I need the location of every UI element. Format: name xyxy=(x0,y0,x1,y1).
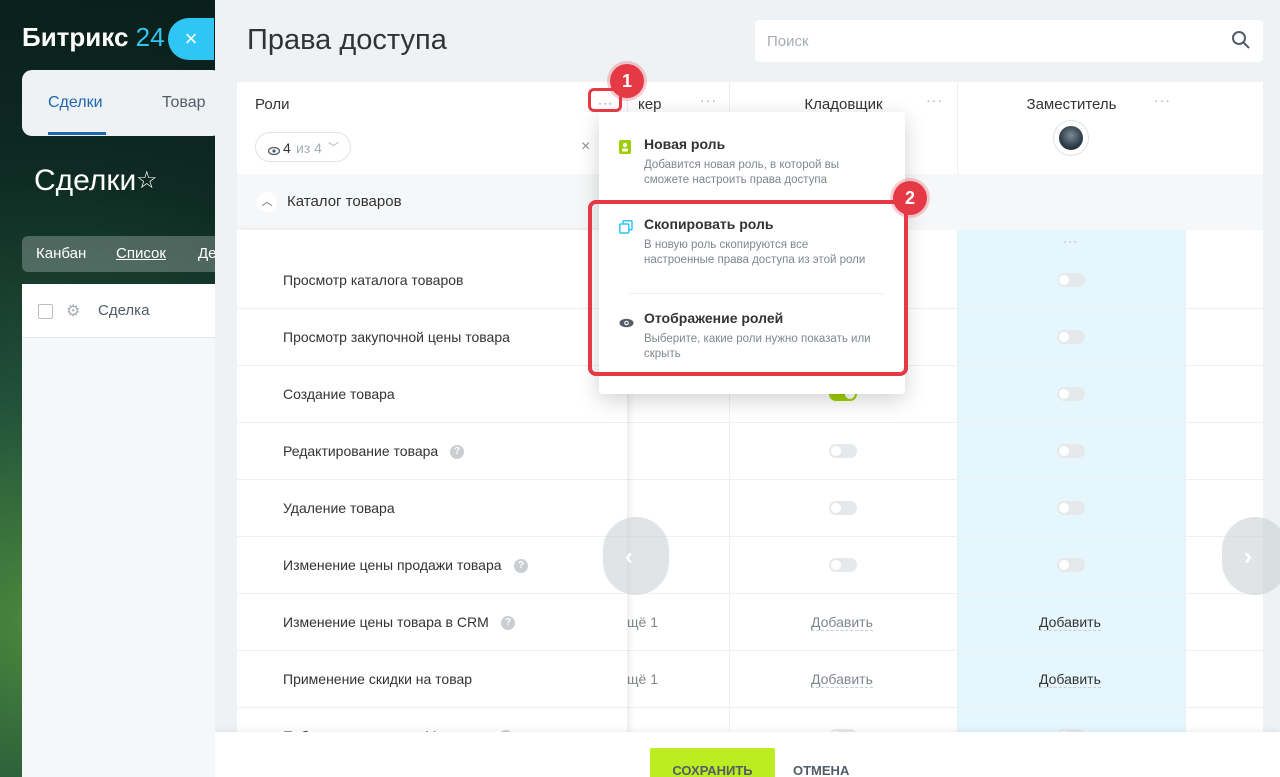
grid-column-deal: Сделка xyxy=(98,302,150,319)
row-label: Удаление товара xyxy=(283,500,395,516)
add-member-link[interactable]: Добавить xyxy=(811,671,873,688)
chevron-down-icon: ﹀ xyxy=(328,142,339,154)
row-label: Просмотр закупочной цены товара xyxy=(283,329,510,345)
section-label: Каталог товаров xyxy=(287,193,402,210)
background-page: Битрикс 24 × Сделки Товар Сделки ☆ Канба… xyxy=(0,0,215,777)
footer-bar: СОХРАНИТЬ ОТМЕНА xyxy=(215,732,1280,777)
table-row-cells xyxy=(627,651,1263,708)
chevron-right-icon: › xyxy=(1244,543,1252,570)
role-menu-icon[interactable]: ··· xyxy=(700,92,717,108)
permission-toggle[interactable] xyxy=(829,558,857,572)
menu-item-title: Новая роль xyxy=(644,136,726,152)
star-icon[interactable]: ☆ xyxy=(136,166,158,195)
add-member-link[interactable]: Добавить xyxy=(1039,614,1101,631)
avatar-image xyxy=(1059,126,1083,150)
scroll-left-button[interactable]: ‹ xyxy=(603,517,669,595)
view-kanban[interactable]: Канбан xyxy=(36,245,86,262)
avatar[interactable] xyxy=(1053,120,1089,156)
table-row-cells xyxy=(627,537,1263,594)
page-title: Права доступа xyxy=(247,24,447,56)
view-other[interactable]: Де xyxy=(198,245,215,262)
tab-deals[interactable]: Сделки xyxy=(48,94,103,112)
role-menu-icon[interactable]: ··· xyxy=(1154,92,1171,108)
total-roles: из 4 xyxy=(296,140,322,156)
roles-visibility-filter[interactable]: 4 из 4 ﹀ xyxy=(255,132,351,162)
clear-filter-icon[interactable]: × xyxy=(581,138,590,156)
help-icon[interactable]: ? xyxy=(501,616,515,630)
help-icon[interactable]: ? xyxy=(450,445,464,459)
menu-item-desc: Добавится новая роль, в которой вы сможе… xyxy=(644,159,839,186)
chevron-up-icon[interactable]: ︿ xyxy=(257,192,277,212)
save-button[interactable]: СОХРАНИТЬ xyxy=(650,748,775,777)
role-menu-icon[interactable]: ··· xyxy=(926,92,943,108)
help-icon[interactable]: ? xyxy=(514,559,528,573)
table-row-cells xyxy=(627,480,1263,537)
close-icon: × xyxy=(184,26,198,51)
table-row: Просмотр каталога товаров xyxy=(237,252,627,309)
background-grid: ⚙ Сделка xyxy=(22,284,215,777)
row-label: Просмотр каталога товаров xyxy=(283,272,464,288)
more-members-link[interactable]: щё 1 xyxy=(627,614,658,630)
annotation-highlight-menu xyxy=(588,200,908,376)
select-all-checkbox[interactable] xyxy=(38,304,53,319)
more-members-link[interactable]: щё 1 xyxy=(627,671,658,687)
search-input[interactable]: Поиск xyxy=(755,20,1263,62)
role-name: Кладовщик xyxy=(804,96,883,113)
column-more-icon[interactable]: ··· xyxy=(1063,234,1078,248)
close-slider-button[interactable]: × xyxy=(168,18,214,60)
table-row-cells xyxy=(627,594,1263,651)
gear-icon[interactable]: ⚙ xyxy=(66,301,80,321)
row-labels-panel: Просмотр каталога товаров Просмотр закупо… xyxy=(237,230,627,742)
permission-toggle[interactable] xyxy=(1057,558,1085,572)
roles-header: Роли 4 из 4 ﹀ × xyxy=(237,82,627,174)
table-row-cells xyxy=(627,423,1263,480)
add-member-link[interactable]: Добавить xyxy=(811,614,873,631)
row-label: Изменение цены продажи товара xyxy=(283,557,502,573)
table-row: Просмотр закупочной цены товара xyxy=(237,309,627,366)
bitrix-logo: Битрикс 24 xyxy=(22,22,165,52)
row-label: Изменение цены товара в CRM xyxy=(283,614,489,630)
permission-toggle[interactable] xyxy=(1057,444,1085,458)
scroll-right-button[interactable]: › xyxy=(1222,517,1280,595)
row-label: Редактирование товара xyxy=(283,443,439,459)
chevron-left-icon: ‹ xyxy=(625,543,633,570)
table-row: Создание товара xyxy=(237,366,627,423)
visible-roles-count: 4 xyxy=(283,140,291,156)
permission-toggle[interactable] xyxy=(829,444,857,458)
permission-toggle[interactable] xyxy=(1057,501,1085,515)
background-page-title: Сделки xyxy=(34,164,137,197)
permission-toggle[interactable] xyxy=(1057,330,1085,344)
grid-header: ⚙ Сделка xyxy=(22,284,215,338)
role-name: Заместитель xyxy=(1026,96,1117,113)
tab-active-underline xyxy=(48,132,106,135)
table-row: Изменение цены продажи товара? xyxy=(237,537,627,594)
search-icon[interactable] xyxy=(1231,30,1251,55)
annotation-badge-1: 1 xyxy=(610,64,644,98)
table-row: Применение скидки на товар xyxy=(237,651,627,708)
table-row: Изменение цены товара в CRM? xyxy=(237,594,627,651)
table-row: Редактирование товара? xyxy=(237,423,627,480)
permission-toggle[interactable] xyxy=(829,501,857,515)
eye-icon xyxy=(267,142,281,158)
row-label: Создание товара xyxy=(283,386,395,402)
annotation-badge-2: 2 xyxy=(893,181,927,215)
table-row: Удаление товара xyxy=(237,480,627,537)
cancel-button[interactable]: ОТМЕНА xyxy=(793,763,849,777)
new-role-icon xyxy=(619,140,631,159)
role-column-3: Заместитель ··· xyxy=(957,82,1185,174)
row-label: Применение скидки на товар xyxy=(283,671,473,687)
view-list[interactable]: Список xyxy=(116,245,166,262)
permission-toggle[interactable] xyxy=(1057,387,1085,401)
permission-toggle[interactable] xyxy=(1057,273,1085,287)
add-member-link[interactable]: Добавить xyxy=(1039,671,1101,688)
background-tabs: Сделки Товар xyxy=(22,70,215,136)
view-switcher: Канбан Список Де xyxy=(22,236,215,272)
tab-products[interactable]: Товар xyxy=(162,94,206,112)
search-placeholder: Поиск xyxy=(767,33,809,50)
roles-label: Роли xyxy=(255,96,290,113)
